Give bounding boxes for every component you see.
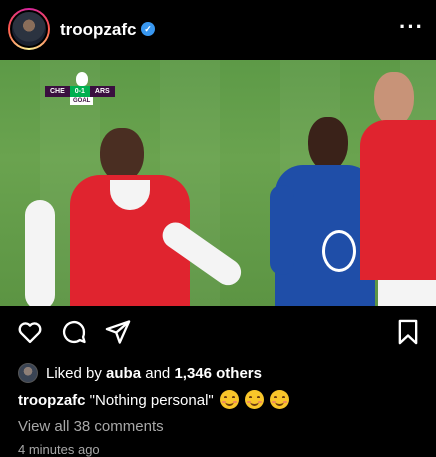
verified-badge-icon: ✓ <box>141 22 155 36</box>
comment-icon[interactable] <box>60 318 88 346</box>
post-timestamp: 4 minutes ago <box>18 442 100 457</box>
more-options-icon[interactable]: ··· <box>399 14 424 40</box>
liked-by-row[interactable]: Liked by auba and 1,346 others <box>18 362 262 384</box>
avatar-image <box>10 10 48 48</box>
smiling-face-icon <box>219 390 239 409</box>
heart-icon[interactable] <box>16 318 44 346</box>
liked-by-and: and <box>145 364 171 382</box>
caption-username[interactable]: troopzafc <box>18 392 86 409</box>
goal-tag: GOAL <box>70 97 94 105</box>
post-header: troopzafc ✓ ··· <box>0 0 436 60</box>
home-team: CHE <box>45 86 70 97</box>
view-comments-link[interactable]: View all 38 comments <box>18 418 164 435</box>
liked-by-prefix: Liked by <box>46 364 102 382</box>
player-arsenal-left <box>25 120 255 306</box>
smiling-face-icon <box>245 390 265 409</box>
smiling-face-icon <box>270 390 290 409</box>
liked-by-user[interactable]: auba <box>106 365 141 382</box>
bookmark-icon[interactable] <box>394 318 422 346</box>
action-bar <box>0 318 436 350</box>
away-team: ARS <box>89 86 115 97</box>
score: 0-1 <box>69 86 90 97</box>
post-username[interactable]: troopzafc <box>60 20 137 40</box>
post-caption: troopzafc "Nothing personal" <box>18 390 290 409</box>
profile-avatar[interactable] <box>8 8 50 50</box>
match-scorebug: CHE 0-1 ARS <box>45 86 115 97</box>
likes-count[interactable]: 1,346 others <box>174 365 262 382</box>
liker-avatar <box>18 363 38 383</box>
premier-league-logo-icon <box>76 72 88 86</box>
post-photo[interactable]: CHE 0-1 ARS GOAL <box>0 60 436 306</box>
send-icon[interactable] <box>104 318 132 346</box>
caption-text: "Nothing personal" <box>89 392 214 409</box>
player-arsenal-right <box>360 70 436 306</box>
